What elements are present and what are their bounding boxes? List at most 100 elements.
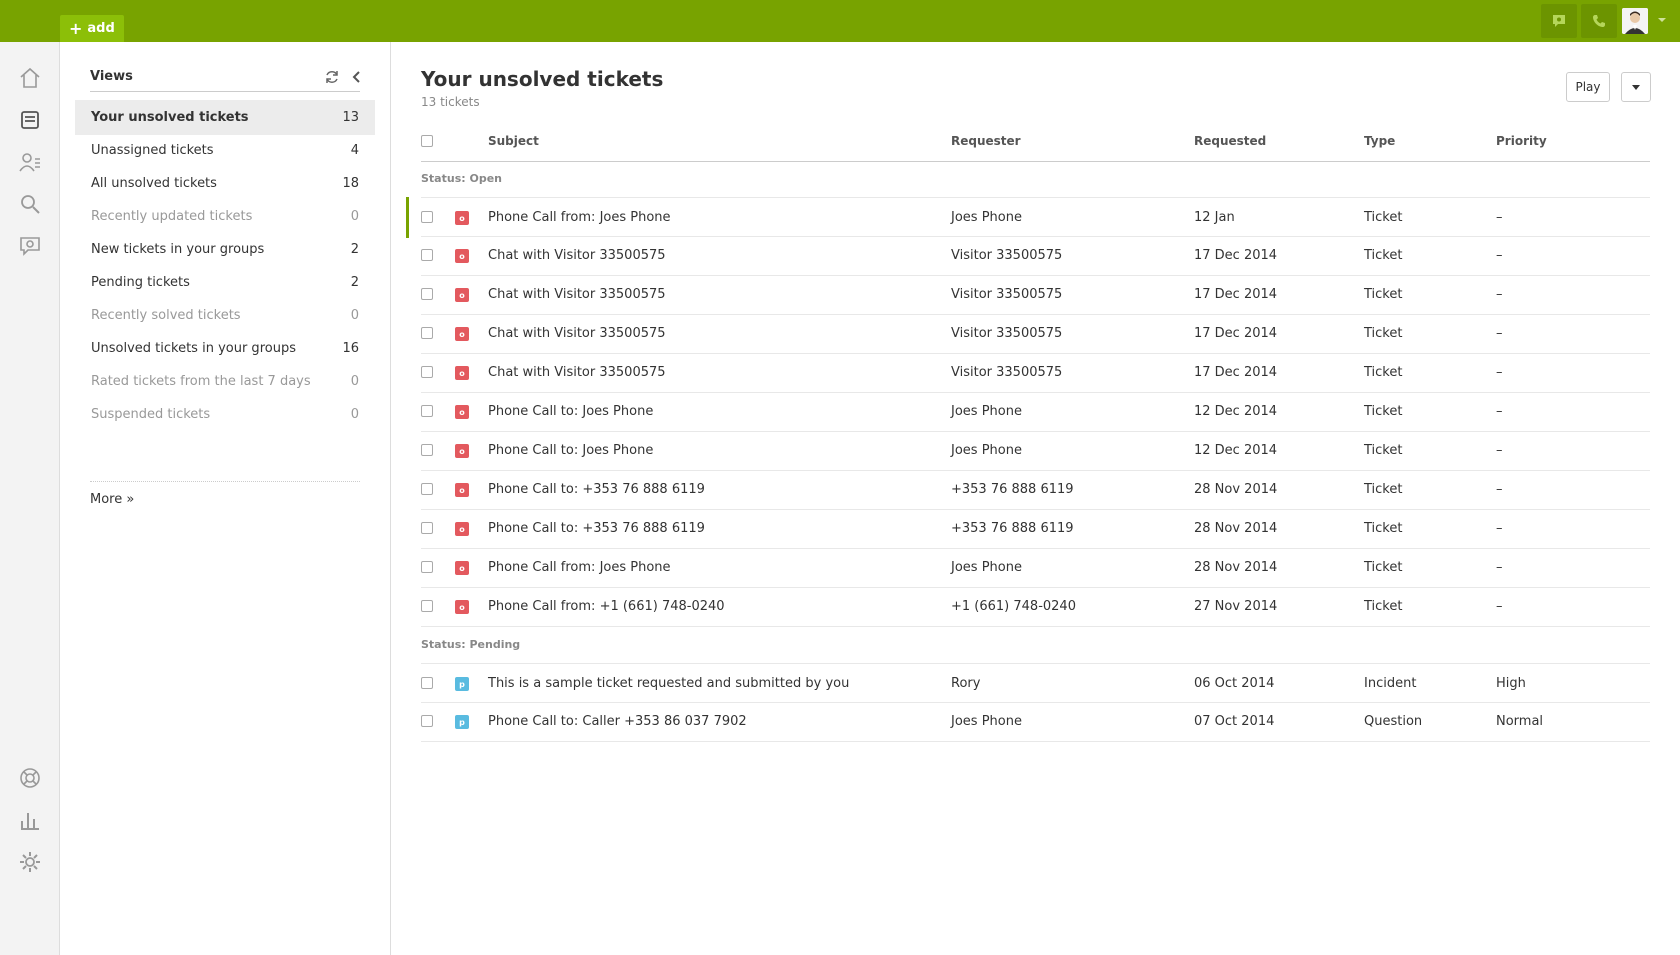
ticket-subject[interactable]: Chat with Visitor 33500575 bbox=[488, 248, 666, 263]
help-icon[interactable] bbox=[16, 764, 44, 792]
status-badge: o bbox=[455, 561, 469, 575]
chat-icon[interactable] bbox=[16, 232, 44, 260]
table-row[interactable]: o Phone Call to: +353 76 888 6119 +353 76 … bbox=[421, 470, 1650, 510]
ticket-requested: 12 Jan bbox=[1194, 210, 1235, 225]
column-header-subject[interactable]: Subject bbox=[488, 134, 539, 148]
row-checkbox[interactable] bbox=[421, 211, 433, 223]
view-item-recently-solved[interactable]: Recently solved tickets 0 bbox=[75, 298, 375, 333]
group-label: Status: Pending bbox=[421, 638, 521, 651]
status-badge: o bbox=[455, 327, 469, 341]
status-badge: p bbox=[455, 677, 469, 691]
ticket-requester: Joes Phone bbox=[951, 210, 1022, 225]
phone-button[interactable] bbox=[1581, 4, 1617, 38]
table-row[interactable]: p This is a sample ticket requested and s… bbox=[421, 663, 1650, 703]
view-item-rated[interactable]: Rated tickets from the last 7 days 0 bbox=[75, 364, 375, 399]
row-checkbox[interactable] bbox=[421, 715, 433, 727]
view-item-all-unsolved[interactable]: All unsolved tickets 18 bbox=[75, 166, 375, 201]
ticket-subject[interactable]: Phone Call to: +353 76 888 6119 bbox=[488, 521, 705, 536]
ticket-priority: – bbox=[1496, 404, 1503, 419]
ticket-priority: Normal bbox=[1496, 714, 1544, 729]
ticket-subject[interactable]: This is a sample ticket requested and su… bbox=[488, 676, 849, 691]
table-row[interactable]: p Phone Call to: Caller +353 86 037 7902 J… bbox=[421, 702, 1650, 742]
table-row[interactable]: o Chat with Visitor 33500575 Visitor 33500… bbox=[421, 275, 1650, 315]
column-header-priority[interactable]: Priority bbox=[1496, 134, 1547, 148]
row-checkbox[interactable] bbox=[421, 522, 433, 534]
row-checkbox[interactable] bbox=[421, 288, 433, 300]
ticket-subject[interactable]: Phone Call to: Joes Phone bbox=[488, 404, 653, 419]
column-header-requester[interactable]: Requester bbox=[951, 134, 1021, 148]
table-row[interactable]: o Phone Call from: +1 (661) 748-0240 +1 (6… bbox=[421, 587, 1650, 627]
add-button[interactable]: + add bbox=[60, 15, 124, 42]
ticket-priority: High bbox=[1496, 676, 1526, 691]
ticket-subject[interactable]: Chat with Visitor 33500575 bbox=[488, 326, 666, 341]
table-row[interactable]: o Phone Call from: Joes Phone Joes Phone 12… bbox=[406, 197, 1650, 238]
view-item-pending[interactable]: Pending tickets 2 bbox=[75, 265, 375, 300]
ticket-subject[interactable]: Chat with Visitor 33500575 bbox=[488, 365, 666, 380]
play-button[interactable]: Play bbox=[1566, 72, 1610, 102]
more-views-link[interactable]: More » bbox=[90, 492, 134, 507]
ticket-subject[interactable]: Phone Call from: +1 (661) 748-0240 bbox=[488, 599, 725, 614]
ticket-subject[interactable]: Phone Call from: Joes Phone bbox=[488, 210, 671, 225]
status-badge: o bbox=[455, 366, 469, 380]
chevron-down-icon[interactable] bbox=[1658, 18, 1666, 22]
page-title: Your unsolved tickets bbox=[421, 67, 664, 91]
ticket-subject[interactable]: Phone Call from: Joes Phone bbox=[488, 560, 671, 575]
ticket-type: Ticket bbox=[1364, 521, 1403, 536]
view-item-label: Suspended tickets bbox=[91, 407, 211, 422]
view-item-unassigned[interactable]: Unassigned tickets 4 bbox=[75, 133, 375, 168]
ticket-requested: 17 Dec 2014 bbox=[1194, 248, 1278, 263]
ticket-requested: 28 Nov 2014 bbox=[1194, 521, 1278, 536]
table-row[interactable]: o Phone Call to: Joes Phone Joes Phone 12 D… bbox=[421, 392, 1650, 432]
settings-icon[interactable] bbox=[16, 848, 44, 876]
ticket-priority: – bbox=[1496, 287, 1503, 302]
ticket-subject[interactable]: Phone Call to: +353 76 888 6119 bbox=[488, 482, 705, 497]
play-menu-button[interactable] bbox=[1621, 72, 1651, 102]
ticket-priority: – bbox=[1496, 560, 1503, 575]
row-checkbox[interactable] bbox=[421, 561, 433, 573]
view-item-your-unsolved[interactable]: Your unsolved tickets 13 bbox=[75, 100, 375, 135]
table-row[interactable]: o Chat with Visitor 33500575 Visitor 33500… bbox=[421, 353, 1650, 393]
ticket-subject[interactable]: Phone Call to: Joes Phone bbox=[488, 443, 653, 458]
search-icon[interactable] bbox=[16, 190, 44, 218]
ticket-requested: 07 Oct 2014 bbox=[1194, 714, 1275, 729]
ticket-requested: 17 Dec 2014 bbox=[1194, 326, 1278, 341]
views-divider bbox=[90, 91, 360, 92]
customers-icon[interactable] bbox=[16, 148, 44, 176]
view-item-new-in-groups[interactable]: New tickets in your groups 2 bbox=[75, 232, 375, 267]
ticket-priority: – bbox=[1496, 210, 1503, 225]
avatar[interactable] bbox=[1622, 8, 1648, 34]
table-row[interactable]: o Phone Call to: Joes Phone Joes Phone 12 D… bbox=[421, 431, 1650, 471]
ticket-type: Ticket bbox=[1364, 210, 1403, 225]
ticket-subject[interactable]: Chat with Visitor 33500575 bbox=[488, 287, 666, 302]
views-icon[interactable] bbox=[16, 106, 44, 134]
chat-button[interactable] bbox=[1541, 4, 1577, 38]
view-item-label: All unsolved tickets bbox=[91, 176, 217, 191]
view-item-suspended[interactable]: Suspended tickets 0 bbox=[75, 397, 375, 432]
row-checkbox[interactable] bbox=[421, 600, 433, 612]
chevron-left-icon[interactable] bbox=[350, 70, 364, 84]
row-checkbox[interactable] bbox=[421, 444, 433, 456]
table-row[interactable]: o Phone Call from: Joes Phone Joes Phone 28… bbox=[421, 548, 1650, 588]
reports-icon[interactable] bbox=[16, 806, 44, 834]
row-checkbox[interactable] bbox=[421, 483, 433, 495]
column-header-type[interactable]: Type bbox=[1364, 134, 1395, 148]
row-checkbox[interactable] bbox=[421, 366, 433, 378]
view-item-unsolved-in-groups[interactable]: Unsolved tickets in your groups 16 bbox=[75, 331, 375, 366]
status-badge: o bbox=[455, 211, 469, 225]
row-checkbox[interactable] bbox=[421, 405, 433, 417]
select-all-checkbox[interactable] bbox=[421, 135, 433, 147]
refresh-icon[interactable] bbox=[324, 69, 340, 85]
row-checkbox[interactable] bbox=[421, 249, 433, 261]
column-header-requested[interactable]: Requested bbox=[1194, 134, 1266, 148]
row-checkbox[interactable] bbox=[421, 327, 433, 339]
row-checkbox[interactable] bbox=[421, 677, 433, 689]
ticket-priority: – bbox=[1496, 482, 1503, 497]
home-icon[interactable] bbox=[16, 64, 44, 92]
view-item-label: Unsolved tickets in your groups bbox=[91, 341, 296, 356]
ticket-subject[interactable]: Phone Call to: Caller +353 86 037 7902 bbox=[488, 714, 747, 729]
views-title: Views bbox=[90, 69, 133, 84]
table-row[interactable]: o Phone Call to: +353 76 888 6119 +353 76 … bbox=[421, 509, 1650, 549]
table-row[interactable]: o Chat with Visitor 33500575 Visitor 33500… bbox=[421, 236, 1650, 276]
table-row[interactable]: o Chat with Visitor 33500575 Visitor 33500… bbox=[421, 314, 1650, 354]
view-item-recently-updated[interactable]: Recently updated tickets 0 bbox=[75, 199, 375, 234]
